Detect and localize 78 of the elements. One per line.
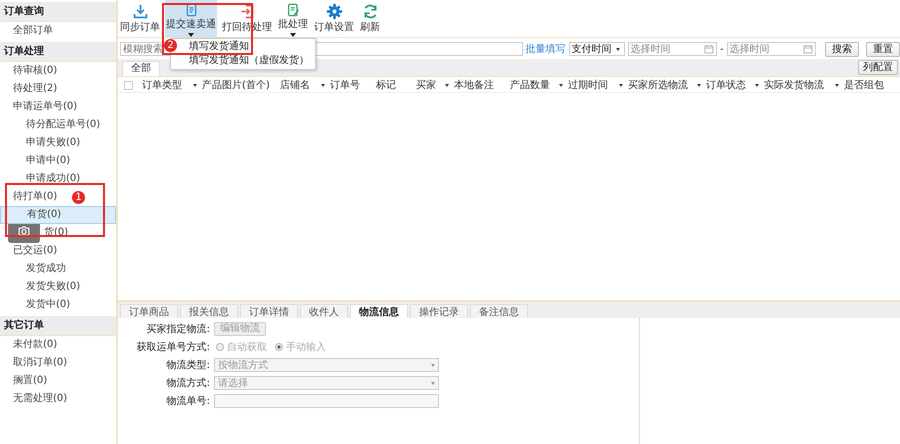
toolbar-button[interactable]: 订单设置 (313, 0, 355, 37)
group-header: 订单查询 (0, 2, 116, 22)
group-header: 其它订单 (0, 316, 116, 336)
column-header: 店铺名 (280, 78, 310, 92)
field-label: 物流类型: (166, 358, 211, 372)
tab[interactable]: 收件人 (300, 304, 348, 318)
field-label: 获取运单号方式: (136, 340, 211, 354)
reset-button[interactable]: 重置 (866, 42, 900, 56)
column-header: 订单类型 (142, 78, 182, 92)
sidebar-item[interactable]: 取消订单(0) (13, 354, 68, 372)
sidebar-item[interactable]: 发货失败(0) (26, 278, 80, 296)
column-header: 买家所选物流 (628, 78, 688, 92)
select-placeholder: 请选择 (218, 376, 248, 390)
gear-icon (326, 3, 342, 20)
tab[interactable]: 全部 (122, 61, 160, 76)
sidebar-item[interactable]: 发货中(0) (26, 296, 70, 314)
time-type-select[interactable]: 支付时间 (568, 42, 625, 56)
date-field[interactable]: 选择时间 (726, 42, 816, 56)
sidebar-item[interactable]: 待打单(0) (13, 188, 58, 206)
camera-icon (17, 224, 31, 238)
tracking-number-field[interactable] (214, 394, 439, 408)
range-separator: - (720, 42, 724, 56)
caret-icon (431, 382, 435, 384)
toolbar-button[interactable]: 同步订单 (119, 0, 161, 37)
sidebar-item[interactable]: 全部订单 (13, 22, 53, 40)
sidebar-item[interactable]: 申请运单号(0) (13, 98, 78, 116)
sidebar-item[interactable]: 待处理(2) (13, 80, 58, 98)
sidebar-item[interactable]: 发货成功 (26, 260, 66, 278)
column-header: 产品数量 (510, 78, 550, 92)
field-label: 买家指定物流: (146, 322, 211, 336)
toolbar-button[interactable]: 提交速卖通 (165, 0, 217, 37)
sidebar-item[interactable]: 待审核(0) (13, 62, 58, 80)
field-label: 物流单号: (166, 394, 211, 408)
radio-label: 自动获取 (227, 340, 267, 354)
column-header: 是否组包 (844, 78, 884, 92)
column-config-button[interactable]: 列配置 (858, 60, 898, 75)
field-label: 物流方式: (166, 376, 211, 390)
checkbox[interactable] (124, 80, 133, 90)
sidebar-item[interactable]: 已交运(0) (13, 242, 58, 260)
sidebar-item[interactable]: 待分配运单号(0) (26, 116, 100, 134)
sidebar-item[interactable]: 未付款(0) (13, 336, 58, 354)
time-type-label: 支付时间 (572, 42, 612, 56)
search-button[interactable]: 搜索 (825, 42, 859, 56)
toolbar-button[interactable]: 刷新 (359, 0, 381, 37)
sidebar-item[interactable]: 申请中(0) (26, 152, 70, 170)
caret-icon (616, 48, 620, 50)
column-header: 订单号 (330, 78, 360, 92)
tab[interactable]: 订单商品 (120, 304, 178, 318)
column-header: 产品图片(首个) (202, 78, 270, 92)
column-header: 过期时间 (568, 78, 608, 92)
tab[interactable]: 备注信息 (470, 304, 528, 318)
step-marker: 1 (72, 191, 85, 204)
column-header: 标记 (376, 78, 396, 92)
column-header: 订单状态 (706, 78, 746, 92)
refresh-icon (362, 3, 378, 20)
radio-label: 手动输入 (286, 340, 326, 354)
column-header: 买家 (416, 78, 436, 92)
sidebar-item[interactable]: 无需处理(0) (13, 390, 68, 408)
menu-item[interactable]: 填写发货通知（虚假发货） (171, 54, 315, 68)
group-header: 订单处理 (0, 42, 116, 62)
sidebar-item[interactable]: 有货(0) (0, 206, 116, 224)
tab[interactable]: 报关信息 (180, 304, 238, 318)
calendar-icon (704, 44, 714, 54)
caret-icon (431, 364, 435, 366)
select-placeholder: 按物流方式 (218, 358, 268, 372)
download-icon (132, 3, 148, 20)
return-icon (238, 3, 256, 20)
sidebar-item[interactable]: 申请成功(0) (26, 170, 80, 188)
batch-fill-link[interactable]: 批量填写 (526, 42, 566, 56)
sidebar-item[interactable]: 申请失败(0) (26, 134, 80, 152)
tab[interactable]: 订单详情 (240, 304, 298, 318)
tab[interactable]: 物流信息 (350, 304, 408, 318)
sidebar-item[interactable]: 搁置(0) (13, 372, 48, 390)
tab[interactable]: 操作记录 (410, 304, 468, 318)
column-header: 实际发货物流 (764, 78, 824, 92)
calendar-icon (803, 44, 813, 54)
date-field[interactable]: 选择时间 (628, 42, 717, 56)
column-header: 本地备注 (454, 78, 494, 92)
